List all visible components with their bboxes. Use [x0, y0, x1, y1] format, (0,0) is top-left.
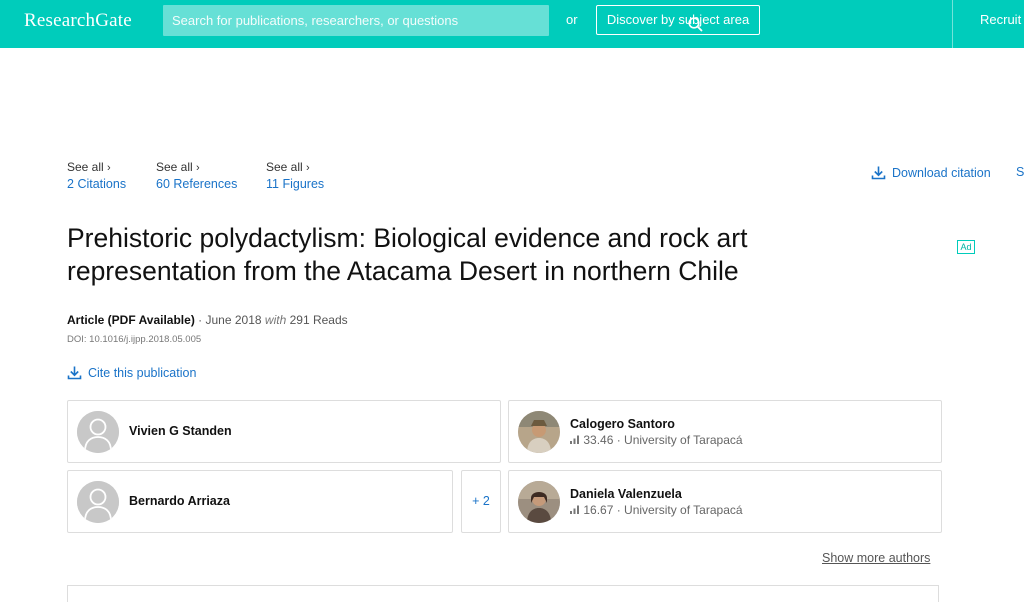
author-affiliation[interactable]: University of Tarapacá — [624, 433, 743, 447]
figures-count-link[interactable]: 11 Figures — [266, 176, 324, 192]
score-bars-icon — [570, 435, 579, 444]
download-citation-button[interactable]: Download citation — [871, 165, 991, 180]
see-all-references-link[interactable]: See all › — [156, 159, 237, 176]
publication-title: Prehistoric polydactylism: Biological ev… — [67, 223, 748, 286]
avatar — [77, 481, 119, 523]
citations-count-link[interactable]: 2 Citations — [67, 176, 126, 192]
stat-figures[interactable]: See all › 11 Figures — [266, 159, 324, 192]
share-button-clipped[interactable]: S — [1016, 165, 1024, 179]
author-card-calogero-santoro[interactable]: Calogero Santoro 33.46 · University of T… — [508, 400, 942, 463]
avatar — [518, 481, 560, 523]
see-all-figures-link[interactable]: See all › — [266, 159, 324, 176]
avatar — [77, 411, 119, 453]
with-label: with — [264, 313, 287, 327]
download-icon — [67, 366, 82, 380]
researchgate-logo[interactable]: ResearchGate — [24, 10, 132, 32]
score-bars-icon — [570, 505, 579, 514]
or-label: or — [566, 12, 578, 27]
content-panel — [67, 585, 939, 602]
author-affiliation[interactable]: University of Tarapacá — [624, 503, 743, 517]
author-stats: 33.46 · University of Tarapacá — [570, 433, 743, 447]
publication-meta: Article (PDF Available) · June 2018 with… — [67, 313, 348, 327]
publication-date: June 2018 — [205, 313, 262, 327]
publication-type: Article (PDF Available) — [67, 313, 195, 327]
stat-citations[interactable]: See all › 2 Citations — [67, 159, 126, 192]
more-authors-count: + 2 — [472, 494, 490, 508]
cite-publication-button[interactable]: Cite this publication — [67, 365, 196, 380]
stat-references[interactable]: See all › 60 References — [156, 159, 237, 192]
top-navigation-bar: ResearchGate or Discover by subject area… — [0, 0, 1024, 48]
recruit-link[interactable]: Recruit — [980, 12, 1021, 27]
search-input[interactable] — [163, 5, 513, 36]
author-name[interactable]: Bernardo Arriaza — [129, 494, 230, 508]
show-more-authors-link[interactable]: Show more authors — [822, 551, 930, 565]
author-stats: 16.67 · University of Tarapacá — [570, 503, 743, 517]
download-icon — [871, 166, 886, 180]
reads-count: 291 Reads — [289, 313, 348, 327]
rg-score: 16.67 — [583, 503, 614, 517]
meta-separator: · — [198, 313, 203, 327]
discover-by-subject-button[interactable]: Discover by subject area — [596, 5, 760, 35]
search-box — [163, 5, 703, 36]
author-name[interactable]: Calogero Santoro — [570, 417, 675, 431]
author-name[interactable]: Daniela Valenzuela — [570, 487, 682, 501]
ad-badge: Ad — [957, 240, 975, 254]
author-card-daniela-valenzuela[interactable]: Daniela Valenzuela 16.67 · University of… — [508, 470, 942, 533]
references-count-link[interactable]: 60 References — [156, 176, 237, 192]
more-authors-button[interactable]: + 2 — [461, 470, 501, 533]
doi: DOI: 10.1016/j.ijpp.2018.05.005 — [67, 334, 202, 345]
header-divider — [952, 0, 953, 48]
rg-score: 33.46 — [583, 433, 614, 447]
author-card-bernardo-arriaza[interactable]: Bernardo Arriaza — [67, 470, 453, 533]
author-name[interactable]: Vivien G Standen — [129, 424, 232, 438]
avatar — [518, 411, 560, 453]
see-all-citations-link[interactable]: See all › — [67, 159, 126, 176]
author-card-vivien-standen[interactable]: Vivien G Standen — [67, 400, 501, 463]
